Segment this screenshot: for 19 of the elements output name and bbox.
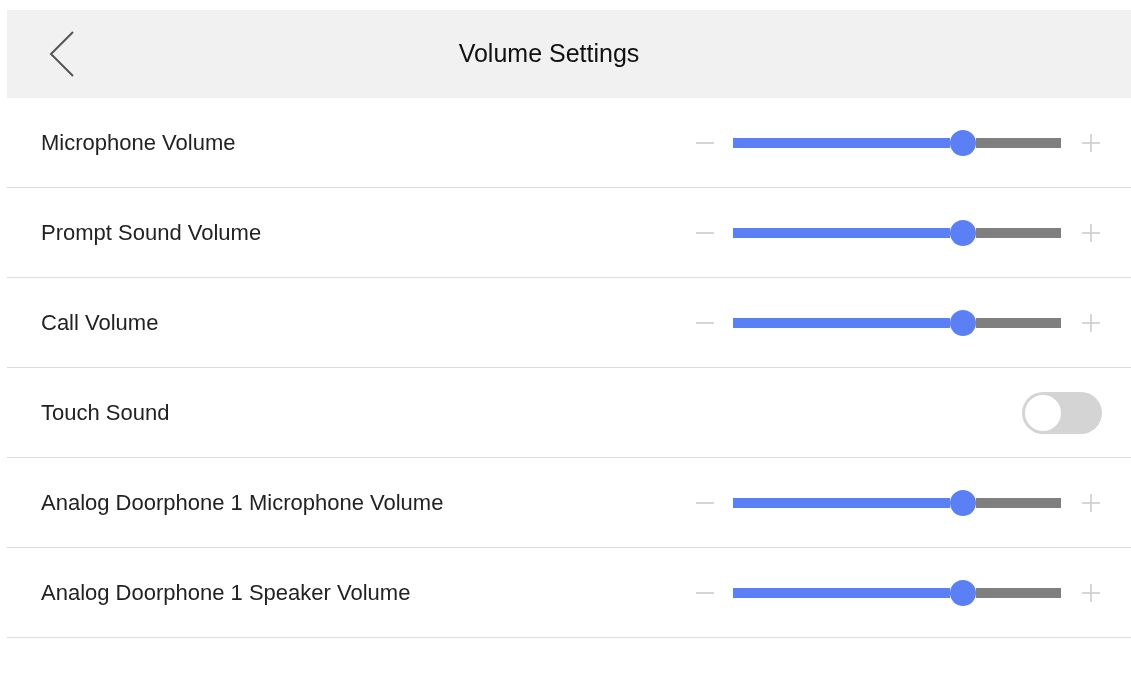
slider-thumb[interactable]: [949, 489, 976, 516]
plus-icon[interactable]: [1081, 492, 1101, 513]
plus-icon[interactable]: [1081, 582, 1101, 603]
setting-label: Analog Doorphone 1 Speaker Volume: [41, 579, 411, 607]
back-icon[interactable]: [49, 30, 75, 78]
slider-thumb[interactable]: [949, 219, 976, 246]
slider-thumb[interactable]: [949, 129, 976, 156]
setting-label: Prompt Sound Volume: [41, 219, 262, 247]
toggle-switch[interactable]: [1022, 391, 1102, 434]
setting-label: Call Volume: [41, 309, 159, 337]
slider-thumb[interactable]: [949, 309, 976, 336]
plus-icon[interactable]: [1081, 312, 1101, 333]
plus-icon[interactable]: [1081, 132, 1101, 153]
setting-label: Microphone Volume: [41, 129, 236, 157]
setting-label: Analog Doorphone 1 Microphone Volume: [41, 489, 444, 517]
slider-thumb[interactable]: [949, 579, 976, 606]
page-title: Volume Settings: [458, 38, 640, 70]
plus-icon[interactable]: [1081, 222, 1101, 243]
setting-label: Touch Sound: [41, 399, 170, 427]
